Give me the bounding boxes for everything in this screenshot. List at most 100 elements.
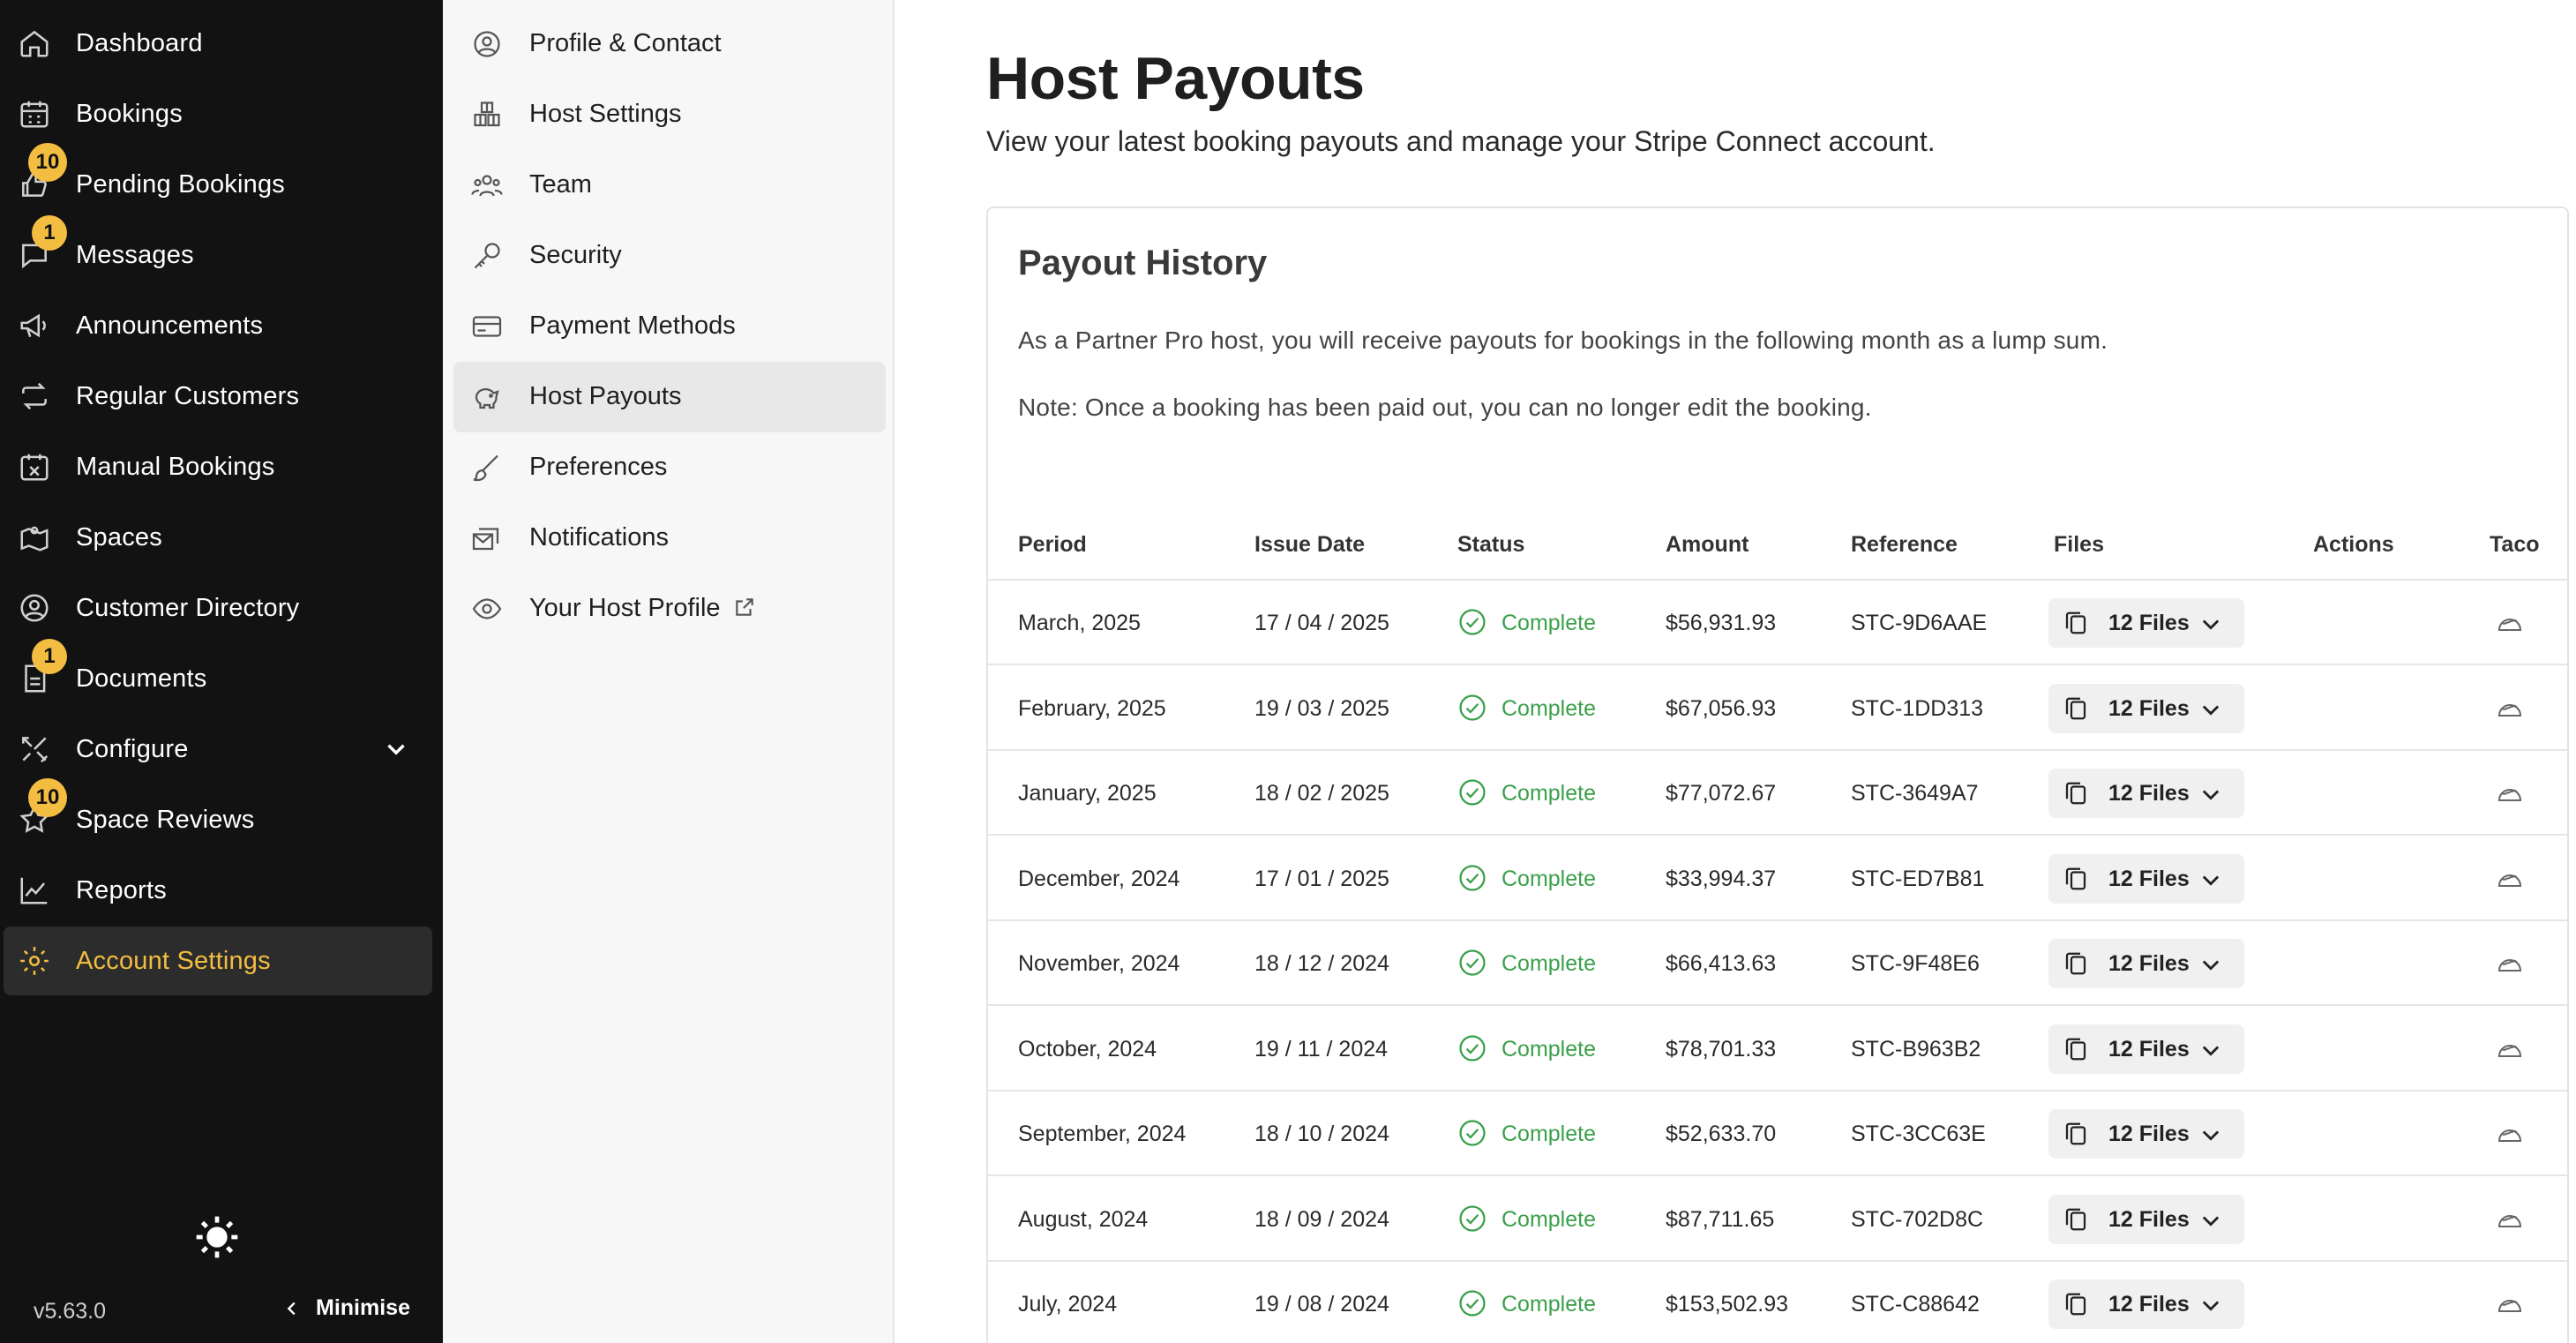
row-issue-date: 17 / 04 / 2025 bbox=[1254, 611, 1389, 635]
chevron-down-icon bbox=[2202, 1130, 2220, 1141]
taco-icon[interactable] bbox=[2495, 609, 2525, 637]
nav-bookings[interactable]: Bookings bbox=[4, 79, 432, 148]
nav-account-settings[interactable]: Account Settings bbox=[4, 927, 432, 995]
files-dropdown-button[interactable]: 12 Files bbox=[2048, 598, 2244, 648]
files-dropdown-button[interactable]: 12 Files bbox=[2048, 683, 2244, 733]
taco-icon[interactable] bbox=[2495, 1035, 2525, 1063]
settings-payment-methods[interactable]: Payment Methods bbox=[453, 291, 886, 362]
nav-customer-directory[interactable]: Customer Directory bbox=[4, 574, 432, 642]
taco-icon[interactable] bbox=[2495, 1120, 2525, 1148]
row-status: Complete bbox=[1457, 581, 1596, 665]
chevron-down-icon[interactable] bbox=[381, 734, 411, 764]
chevron-down-icon bbox=[2202, 875, 2220, 886]
files-count: 12 Files bbox=[2108, 866, 2190, 891]
settings-notifications[interactable]: Notifications bbox=[453, 503, 886, 574]
row-period: October, 2024 bbox=[1018, 1036, 1157, 1062]
mail-stack-icon bbox=[471, 522, 503, 554]
nav-regular-customers[interactable]: Regular Customers bbox=[4, 362, 432, 431]
taco-icon[interactable] bbox=[2495, 949, 2525, 978]
settings-preferences[interactable]: Preferences bbox=[453, 432, 886, 503]
files-dropdown-button[interactable]: 12 Files bbox=[2048, 939, 2244, 988]
row-period: March, 2025 bbox=[1018, 611, 1141, 635]
files-dropdown-button[interactable]: 12 Files bbox=[2048, 853, 2244, 904]
row-issue-date: 19 / 08 / 2024 bbox=[1254, 1292, 1389, 1317]
nav-reports[interactable]: Reports bbox=[4, 856, 432, 925]
taco-icon[interactable] bbox=[2495, 1290, 2525, 1318]
page-subtitle: View your latest booking payouts and man… bbox=[986, 125, 1936, 157]
settings-label: Host Payouts bbox=[529, 382, 682, 410]
settings-team[interactable]: Team bbox=[453, 150, 886, 221]
row-status-label: Complete bbox=[1501, 951, 1596, 976]
taco-icon[interactable] bbox=[2495, 865, 2525, 893]
chevron-down-icon bbox=[2202, 1046, 2220, 1056]
check-circle-icon bbox=[1459, 694, 1486, 721]
payout-schedule-note: As a Partner Pro host, you will receive … bbox=[1018, 326, 2108, 354]
settings-label-text: Your Host Profile bbox=[529, 594, 721, 622]
brush-icon bbox=[471, 452, 503, 484]
home-icon bbox=[18, 26, 51, 60]
table-row: January, 2025 18 / 02 / 2025 Complete $7… bbox=[988, 751, 2567, 836]
col-reference: Reference bbox=[1851, 532, 1958, 557]
files-dropdown-button[interactable]: 12 Files bbox=[2048, 1194, 2244, 1244]
nav-configure[interactable]: Configure bbox=[4, 715, 432, 784]
settings-label: Your Host Profile bbox=[529, 594, 756, 623]
row-reference: STC-702D8C bbox=[1851, 1206, 1984, 1232]
nav-messages[interactable]: 1 Messages bbox=[4, 215, 432, 289]
nav-spaces[interactable]: Spaces bbox=[4, 503, 432, 572]
settings-profile-contact[interactable]: Profile & Contact bbox=[453, 9, 886, 79]
row-reference: STC-9D6AAE bbox=[1851, 611, 1988, 635]
nav-label: Reports bbox=[76, 875, 167, 904]
nav-space-reviews[interactable]: 10 Space Reviews bbox=[4, 778, 432, 854]
col-period: Period bbox=[1018, 532, 1087, 557]
row-reference: STC-3649A7 bbox=[1851, 781, 1979, 806]
chevron-down-icon bbox=[2202, 790, 2220, 800]
table-row: October, 2024 19 / 11 / 2024 Complete $7… bbox=[988, 1007, 2567, 1092]
taco-icon[interactable] bbox=[2495, 779, 2525, 807]
copy-files-icon bbox=[2065, 1208, 2086, 1230]
settings-host-settings[interactable]: Host Settings bbox=[453, 79, 886, 150]
user-circle-icon bbox=[471, 28, 503, 60]
app-version: v5.63.0 bbox=[34, 1299, 107, 1324]
settings-host-payouts[interactable]: Host Payouts bbox=[453, 362, 886, 432]
key-icon bbox=[471, 240, 503, 272]
row-status-label: Complete bbox=[1501, 866, 1596, 891]
row-issue-date: 18 / 10 / 2024 bbox=[1254, 1122, 1389, 1146]
row-status: Complete bbox=[1457, 666, 1596, 751]
table-row: December, 2024 17 / 01 / 2025 Complete $… bbox=[988, 837, 2567, 921]
minimise-button[interactable]: Minimise bbox=[282, 1295, 410, 1321]
table-row: November, 2024 18 / 12 / 2024 Complete $… bbox=[988, 921, 2567, 1006]
tools-icon bbox=[18, 732, 51, 766]
taco-icon[interactable] bbox=[2495, 1205, 2525, 1234]
settings-your-host-profile[interactable]: Your Host Profile bbox=[453, 574, 886, 644]
files-count: 12 Files bbox=[2108, 695, 2190, 721]
nav-manual-bookings[interactable]: Manual Bookings bbox=[4, 432, 432, 501]
files-dropdown-button[interactable]: 12 Files bbox=[2048, 769, 2244, 818]
edit-restriction-note: Note: Once a booking has been paid out, … bbox=[1018, 394, 1872, 421]
files-count: 12 Files bbox=[2108, 1036, 2190, 1062]
nav-documents[interactable]: 1 Documents bbox=[4, 639, 432, 713]
nav-dashboard[interactable]: Dashboard bbox=[4, 9, 432, 78]
gear-icon bbox=[18, 944, 51, 978]
payout-history-card: Payout History As a Partner Pro host, yo… bbox=[986, 206, 2569, 1343]
row-status: Complete bbox=[1457, 921, 1596, 1006]
files-count: 12 Files bbox=[2108, 1292, 2190, 1317]
files-dropdown-button[interactable]: 12 Files bbox=[2048, 1279, 2244, 1329]
row-period: February, 2025 bbox=[1018, 695, 1166, 721]
files-dropdown-button[interactable]: 12 Files bbox=[2048, 1024, 2244, 1074]
nav-pending-bookings[interactable]: 10 Pending Bookings bbox=[4, 143, 432, 219]
row-amount: $153,502.93 bbox=[1666, 1292, 1789, 1317]
table-header: Period Issue Date Status Amount Referenc… bbox=[988, 508, 2567, 581]
nav-announcements[interactable]: Announcements bbox=[4, 291, 432, 360]
theme-toggle-sun-icon[interactable] bbox=[192, 1212, 242, 1262]
row-amount: $78,701.33 bbox=[1666, 1036, 1777, 1062]
settings-security[interactable]: Security bbox=[453, 221, 886, 291]
nav-label: Pending Bookings bbox=[76, 169, 285, 199]
files-dropdown-button[interactable]: 12 Files bbox=[2048, 1109, 2244, 1159]
settings-label: Profile & Contact bbox=[529, 29, 722, 57]
taco-icon[interactable] bbox=[2495, 694, 2525, 723]
row-issue-date: 18 / 09 / 2024 bbox=[1254, 1206, 1389, 1232]
row-period: July, 2024 bbox=[1018, 1292, 1118, 1317]
chevron-down-icon bbox=[2202, 1216, 2220, 1227]
nav-label: Bookings bbox=[76, 99, 183, 128]
row-amount: $33,994.37 bbox=[1666, 866, 1777, 891]
